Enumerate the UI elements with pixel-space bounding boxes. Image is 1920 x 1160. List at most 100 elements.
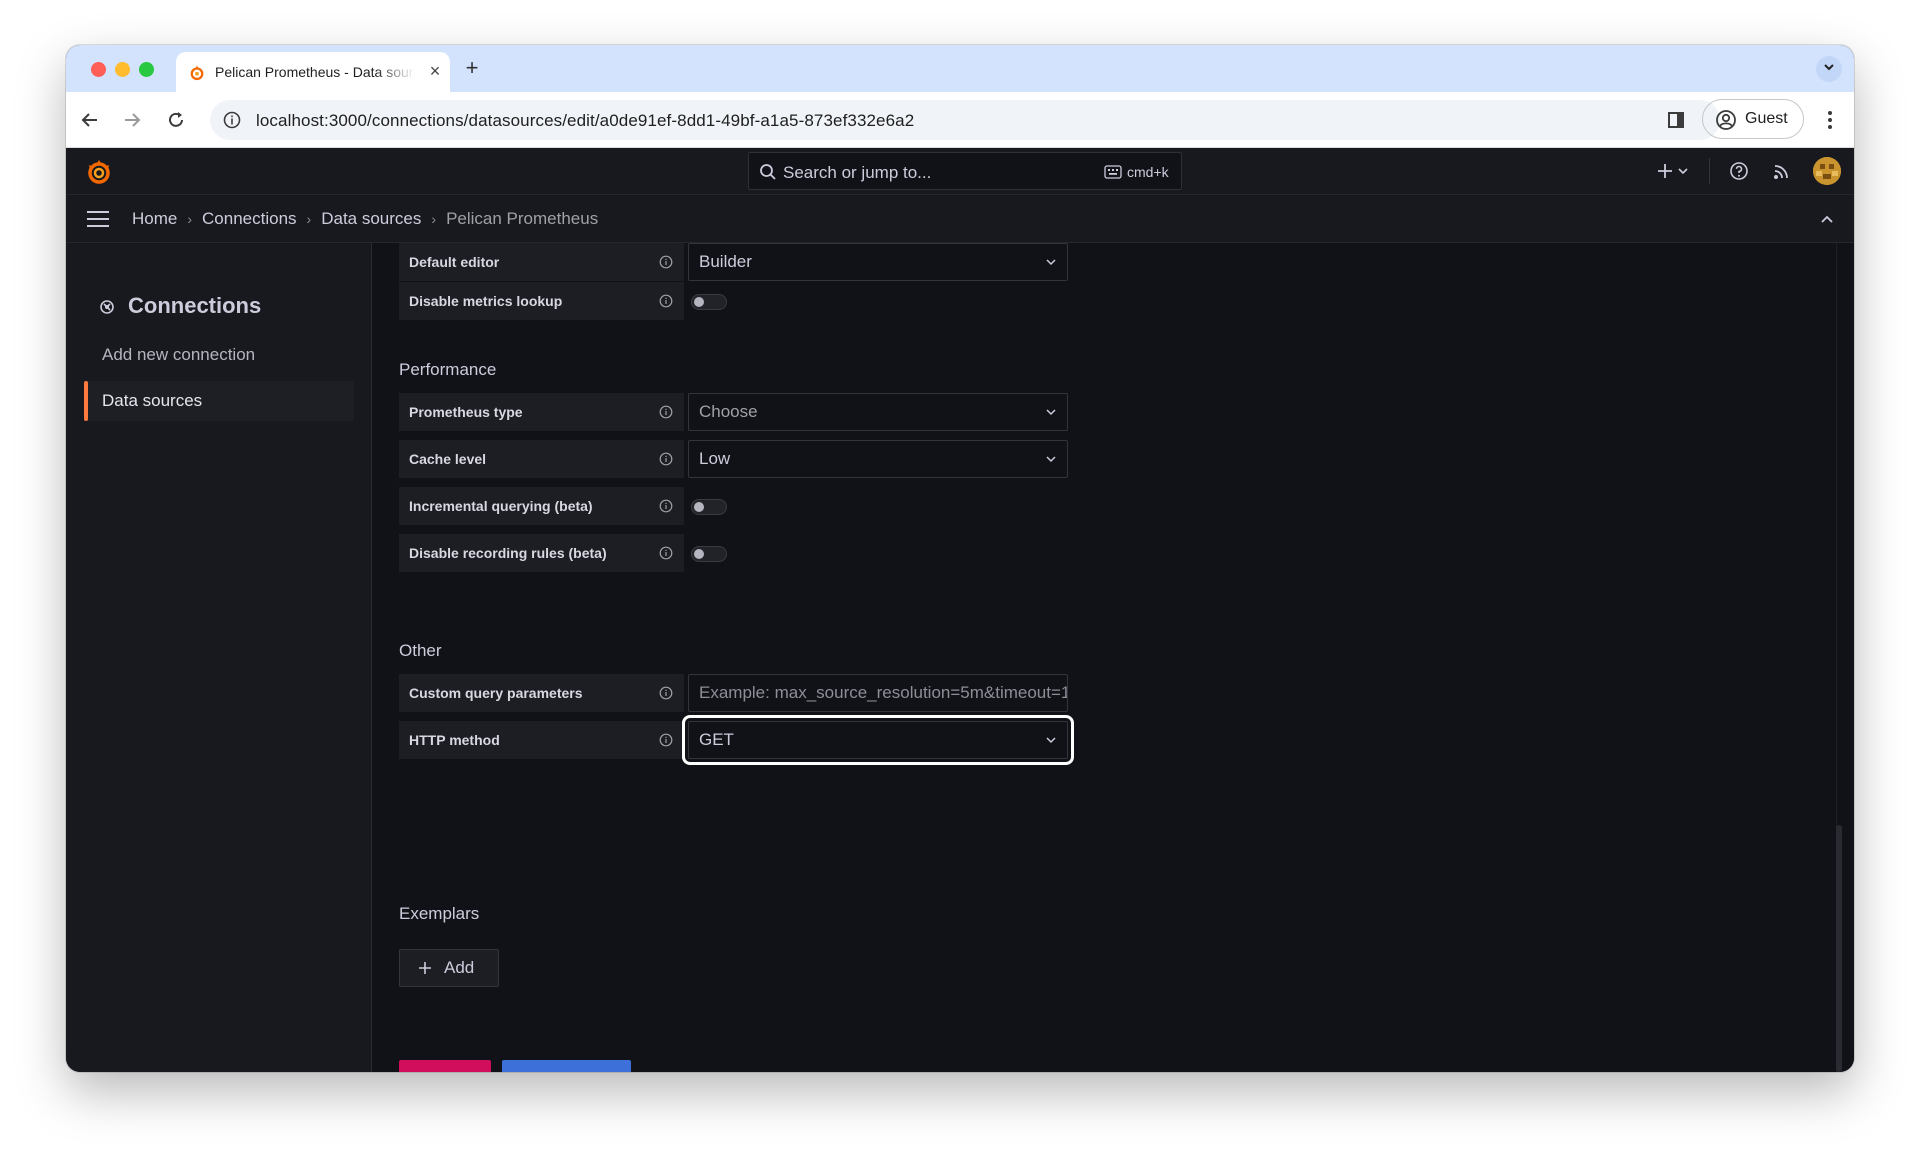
cache-level-select[interactable]: Low <box>688 440 1068 478</box>
breadcrumb-bar: Home › Connections › Data sources › Peli… <box>66 195 1854 243</box>
http-method-value: GET <box>699 730 734 749</box>
disable-metrics-lookup-label: Disable metrics lookup <box>409 293 563 309</box>
search-icon <box>760 164 776 180</box>
prometheus-type-select[interactable]: Choose <box>688 393 1068 431</box>
tab-close-icon[interactable]: × <box>424 60 446 82</box>
breadcrumb: Home › Connections › Data sources › Peli… <box>132 209 598 229</box>
grafana-logo-icon[interactable] <box>84 157 114 187</box>
custom-query-parameters-label: Custom query parameters <box>409 685 583 701</box>
http-method-select[interactable]: GET <box>682 715 1074 765</box>
disable-recording-rules-label: Disable recording rules (beta) <box>409 545 607 561</box>
site-info-icon[interactable] <box>222 110 242 130</box>
add-exemplar-button[interactable]: Add <box>399 949 499 987</box>
default-editor-value: Builder <box>699 252 752 271</box>
default-editor-label: Default editor <box>409 254 500 270</box>
new-plus-dropdown-icon[interactable] <box>1654 160 1694 182</box>
info-icon[interactable] <box>659 546 673 560</box>
incremental-querying-toggle[interactable] <box>691 499 727 515</box>
back-arrow-icon[interactable] <box>76 106 104 134</box>
save-and-test-button[interactable]: Save & test <box>502 1060 631 1072</box>
chevron-down-icon <box>1046 737 1056 744</box>
maximize-window-button[interactable] <box>139 62 154 77</box>
profile-avatar-icon <box>1716 110 1736 130</box>
field-label: Default editor <box>399 243 684 281</box>
minimize-window-button[interactable] <box>115 62 130 77</box>
address-bar[interactable]: localhost:3000/connections/datasources/e… <box>210 100 1720 140</box>
info-icon[interactable] <box>659 452 673 466</box>
tab-title: Pelican Prometheus - Data sources - Graf… <box>215 64 415 80</box>
chevron-down-icon <box>1046 456 1056 463</box>
profile-label: Guest <box>1745 110 1788 127</box>
main-content: Default editor Builder Disable metrics l… <box>372 243 1854 1072</box>
info-icon[interactable] <box>659 405 673 419</box>
chevron-down-icon <box>1046 409 1056 416</box>
delete-button[interactable]: Delete <box>399 1060 491 1072</box>
field-label: Disable metrics lookup <box>399 282 684 320</box>
news-rss-icon[interactable] <box>1771 160 1793 182</box>
section-title-other: Other <box>399 641 442 660</box>
reload-icon[interactable] <box>162 106 190 134</box>
field-label: Cache level <box>399 440 684 478</box>
disable-recording-rules-toggle[interactable] <box>691 546 727 562</box>
add-exemplar-label: Add <box>444 958 475 977</box>
sidebar-item-data-sources[interactable]: Data sources <box>84 381 354 421</box>
grafana-favicon-icon <box>190 65 204 81</box>
chevron-down-icon <box>1046 259 1056 266</box>
default-editor-select[interactable]: Builder <box>688 243 1068 281</box>
info-icon[interactable] <box>659 686 673 700</box>
custom-query-parameters-placeholder: Example: max_source_resolution=5m&timeou… <box>699 683 1068 702</box>
http-method-label: HTTP method <box>409 732 500 748</box>
profile-button[interactable]: Guest <box>1702 99 1804 139</box>
custom-query-parameters-input[interactable]: Example: max_source_resolution=5m&timeou… <box>688 674 1068 712</box>
nav-divider <box>1709 158 1710 184</box>
sidebar-item-label: Add new connection <box>102 345 256 364</box>
help-icon[interactable] <box>1728 160 1750 182</box>
info-icon[interactable] <box>659 255 673 269</box>
field-label: Incremental querying (beta) <box>399 487 684 525</box>
tab-search-chevron-icon[interactable] <box>1816 56 1842 82</box>
chevron-right-icon: › <box>431 211 437 227</box>
search-placeholder: Search or jump to... <box>783 163 932 182</box>
section-title-exemplars: Exemplars <box>399 904 480 923</box>
breadcrumb-current: Pelican Prometheus <box>446 209 599 228</box>
scrollbar-thumb[interactable] <box>1836 825 1842 1072</box>
browser-tab-active[interactable]: Pelican Prometheus - Data sources - Graf… <box>176 52 450 92</box>
sidebar-item-label: Data sources <box>102 391 203 410</box>
field-label: Prometheus type <box>399 393 684 431</box>
incremental-querying-label: Incremental querying (beta) <box>409 498 593 514</box>
side-panel-icon[interactable] <box>1662 106 1690 134</box>
tab-strip: Pelican Prometheus - Data sources - Graf… <box>66 45 1854 92</box>
info-icon[interactable] <box>659 499 673 513</box>
browser-window: Pelican Prometheus - Data sources - Graf… <box>66 45 1854 1072</box>
url-text: localhost:3000/connections/datasources/e… <box>256 111 915 130</box>
cache-level-value: Low <box>699 449 731 468</box>
grafana-top-nav: Search or jump to... cmd+k <box>66 148 1854 195</box>
close-window-button[interactable] <box>91 62 106 77</box>
disable-metrics-lookup-toggle[interactable] <box>691 294 727 310</box>
plus-icon <box>419 962 431 974</box>
search-shortcut: cmd+k <box>1127 164 1169 180</box>
prometheus-type-label: Prometheus type <box>409 404 523 420</box>
breadcrumb-home[interactable]: Home <box>132 209 177 229</box>
chevron-up-icon[interactable] <box>1818 210 1836 228</box>
forward-arrow-icon[interactable] <box>118 106 146 134</box>
browser-menu-icon[interactable] <box>1816 106 1844 134</box>
breadcrumb-connections[interactable]: Connections <box>202 209 297 229</box>
field-label: Disable recording rules (beta) <box>399 534 684 572</box>
info-icon[interactable] <box>659 294 673 308</box>
sidebar: Connections Add new connection Data sour… <box>66 243 372 1072</box>
chevron-right-icon: › <box>187 211 193 227</box>
chevron-right-icon: › <box>306 211 312 227</box>
new-tab-button[interactable]: + <box>460 57 484 81</box>
breadcrumb-data-sources[interactable]: Data sources <box>321 209 421 229</box>
field-label: HTTP method <box>399 721 684 759</box>
section-title-performance: Performance <box>399 360 497 379</box>
info-icon[interactable] <box>659 733 673 747</box>
menu-hamburger-icon[interactable] <box>86 209 110 229</box>
browser-toolbar: localhost:3000/connections/datasources/e… <box>66 92 1854 148</box>
user-avatar[interactable] <box>1813 157 1841 185</box>
search-bar[interactable]: Search or jump to... cmd+k <box>748 152 1182 190</box>
keyboard-icon <box>1104 165 1122 179</box>
sidebar-item-add-new-connection[interactable]: Add new connection <box>84 335 354 375</box>
connections-plug-icon <box>100 300 114 314</box>
